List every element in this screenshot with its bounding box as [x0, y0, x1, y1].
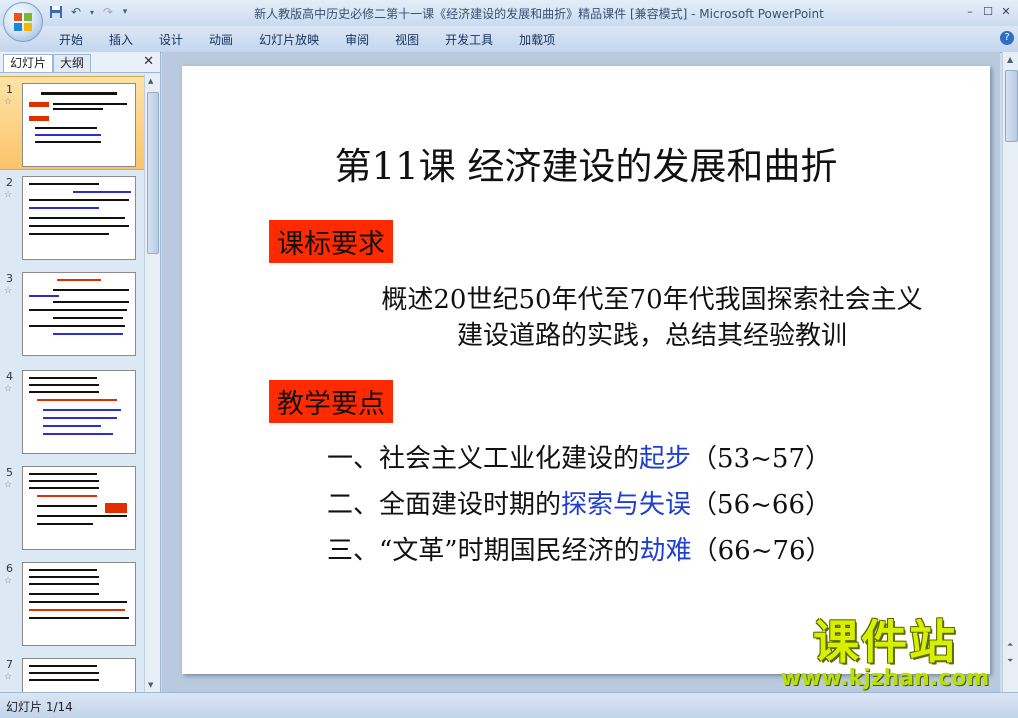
editor-scrollbar[interactable]: ▲ ⏶ ⏷ — [1002, 52, 1018, 692]
scroll-down-icon[interactable]: ▼ — [148, 681, 153, 689]
slide-thumbnail[interactable]: 7 ☆ — [0, 652, 144, 692]
next-slide-icon[interactable]: ⏷ — [1007, 656, 1013, 666]
window-controls: – ☐ ✕ — [962, 3, 1014, 19]
animation-icon: ☆ — [4, 672, 13, 682]
slide-number: 5 — [6, 466, 13, 479]
office-logo-icon — [14, 13, 32, 31]
slide-thumbnail[interactable]: 4 ☆ — [0, 364, 144, 456]
panel-scroll-thumb[interactable] — [147, 92, 159, 254]
slide-thumbnail[interactable]: 6 ☆ — [0, 556, 144, 648]
site-watermark: 课件站 www.kjzhan.com — [770, 618, 1000, 691]
animation-icon: ☆ — [4, 480, 13, 490]
office-button[interactable] — [3, 2, 43, 42]
tab-design[interactable]: 设计 — [146, 31, 196, 48]
thumbnail-preview — [22, 176, 136, 260]
animation-icon: ☆ — [4, 576, 13, 586]
thumbnail-preview — [22, 83, 136, 167]
minimize-icon[interactable]: – — [962, 3, 978, 19]
slide-title: 第11课 经济建设的发展和曲折 — [334, 145, 838, 188]
slide-number: 2 — [6, 176, 13, 189]
previous-slide-icon[interactable]: ⏶ — [1007, 640, 1013, 650]
tab-outline[interactable]: 大纲 — [53, 54, 92, 72]
slide-thumbnail[interactable]: 5 ☆ — [0, 460, 144, 552]
animation-icon: ☆ — [4, 190, 13, 200]
undo-dropdown-icon[interactable]: ▾ — [88, 4, 96, 20]
tab-insert[interactable]: 插入 — [96, 31, 146, 48]
panel-tabs: 幻灯片 大纲 ✕ — [0, 52, 160, 73]
requirement-text: 概述20世纪50年代至70年代我国探索社会主义 建设道路的实践，总结其经验教训 — [322, 282, 982, 354]
slide-number: 1 — [6, 83, 13, 96]
undo-icon[interactable]: ↶ — [68, 4, 84, 20]
tab-developer[interactable]: 开发工具 — [432, 31, 506, 48]
tab-slideshow[interactable]: 幻灯片放映 — [246, 31, 332, 48]
requirement-line-1: 概述20世纪50年代至70年代我国探索社会主义 — [381, 285, 923, 315]
slide-number: 4 — [6, 370, 13, 383]
watermark-url: www.kjzhan.com — [780, 666, 990, 691]
slide-number: 3 — [6, 272, 13, 285]
slide-thumbnail[interactable]: 1 ☆ — [0, 76, 144, 170]
key-point-1: 一、社会主义工业化建设的起步（53~57） — [327, 444, 831, 474]
thumbnail-preview — [22, 562, 136, 646]
slide-number: 6 — [6, 562, 13, 575]
window-title: 新人教版高中历史必修二第十一课《经济建设的发展和曲折》精品课件 [兼容模式] -… — [254, 7, 824, 21]
animation-icon: ☆ — [4, 97, 13, 107]
thumbnail-preview — [22, 658, 136, 692]
slide-thumbnail[interactable]: 2 ☆ — [0, 170, 144, 262]
thumbnail-preview — [22, 272, 136, 356]
redo-icon[interactable]: ↷ — [100, 4, 116, 20]
key-point-2: 二、全面建设时期的探索与失误（56~66） — [327, 490, 831, 520]
requirement-line-2: 建设道路的实践，总结其经验教训 — [456, 321, 847, 351]
help-icon[interactable]: ? — [1000, 31, 1014, 45]
slides-panel: 幻灯片 大纲 ✕ 1 ☆ 2 ☆ 3 ☆ 4 ☆ 5 ☆ 6 ☆ 7 ☆ ▲ ▼ — [0, 52, 161, 692]
close-panel-icon[interactable]: ✕ — [143, 54, 154, 69]
current-slide[interactable]: 第11课 经济建设的发展和曲折 课标要求 概述20世纪50年代至70年代我国探索… — [182, 66, 990, 674]
highlight-text: 起步 — [639, 444, 692, 474]
tab-home[interactable]: 开始 — [46, 31, 96, 48]
section-label-requirements: 课标要求 — [269, 220, 393, 263]
thumbnail-list: 1 ☆ 2 ☆ 3 ☆ 4 ☆ 5 ☆ 6 ☆ 7 ☆ — [0, 74, 144, 692]
animation-icon: ☆ — [4, 286, 13, 296]
status-bar: 幻灯片 1/14 — [0, 692, 1018, 718]
watermark-logo-text: 课件站 — [813, 615, 957, 669]
highlight-text: 劫难 — [639, 536, 692, 566]
ribbon: 开始 插入 设计 动画 幻灯片放映 审阅 视图 开发工具 加载项 ? — [0, 26, 1018, 53]
panel-scrollbar[interactable]: ▲ ▼ — [144, 74, 160, 692]
close-icon[interactable]: ✕ — [998, 3, 1014, 19]
key-point-3: 三、“文革”时期国民经济的劫难（66~76） — [327, 536, 832, 566]
maximize-icon[interactable]: ☐ — [980, 3, 996, 19]
ribbon-tabs: 开始 插入 设计 动画 幻灯片放映 审阅 视图 开发工具 加载项 — [46, 31, 568, 48]
thumbnail-preview — [22, 370, 136, 454]
title-bar: ↶ ▾ ↷ ▾ 新人教版高中历史必修二第十一课《经济建设的发展和曲折》精品课件 … — [0, 0, 1018, 27]
thumbnail-preview — [22, 466, 136, 550]
tab-animation[interactable]: 动画 — [196, 31, 246, 48]
animation-icon: ☆ — [4, 384, 13, 394]
slide-editor: 第11课 经济建设的发展和曲折 课标要求 概述20世纪50年代至70年代我国探索… — [162, 52, 1000, 692]
save-icon[interactable] — [48, 4, 64, 20]
editor-scroll-thumb[interactable] — [1005, 70, 1018, 142]
scroll-up-icon[interactable]: ▲ — [1007, 55, 1013, 64]
slide-thumbnail[interactable]: 3 ☆ — [0, 266, 144, 358]
highlight-text: 探索与失误 — [561, 490, 692, 520]
tab-view[interactable]: 视图 — [382, 31, 432, 48]
tab-review[interactable]: 审阅 — [332, 31, 382, 48]
quick-access-toolbar: ↶ ▾ ↷ ▾ — [48, 4, 130, 20]
tab-addins[interactable]: 加载项 — [506, 31, 568, 48]
tab-slides[interactable]: 幻灯片 — [3, 54, 54, 72]
slide-counter: 幻灯片 1/14 — [6, 700, 73, 714]
slide-number: 7 — [6, 658, 13, 671]
scroll-up-icon[interactable]: ▲ — [148, 77, 153, 85]
customize-toolbar-icon[interactable]: ▾ — [120, 4, 130, 20]
section-label-key-points: 教学要点 — [269, 380, 393, 423]
